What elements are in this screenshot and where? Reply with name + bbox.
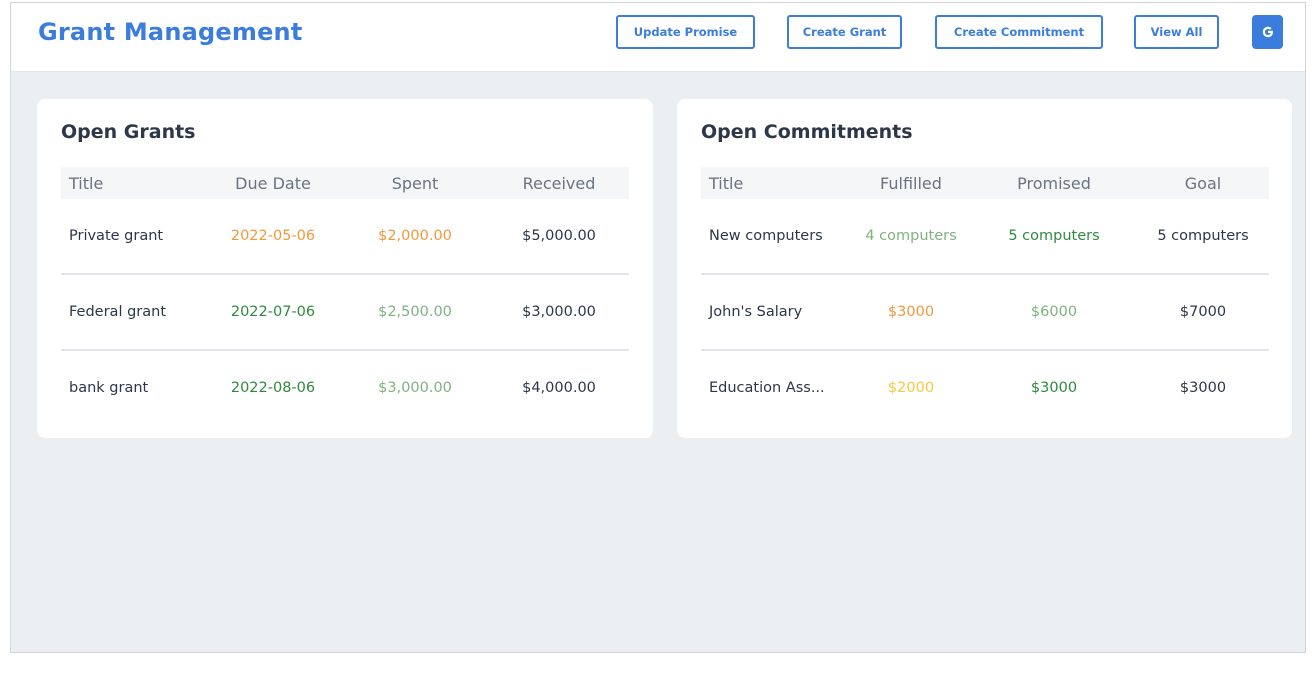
open-commitments-card: Open Commitments Title Fulfilled Promise… [677, 99, 1292, 438]
grant-received: $5,000.00 [489, 199, 629, 275]
commitment-title: New computers [701, 199, 851, 275]
commitment-fulfilled: 4 computers [851, 199, 971, 275]
table-row[interactable]: Education Ass... $2000 $3000 $3000 [701, 350, 1269, 425]
commitment-goal: 5 computers [1137, 199, 1269, 275]
commitment-promised: $6000 [971, 274, 1137, 351]
table-row[interactable]: New computers 4 computers 5 computers 5 … [701, 199, 1269, 275]
column-header-fulfilled: Fulfilled [880, 173, 942, 193]
view-all-button[interactable]: View All [1134, 15, 1219, 49]
grant-due-date: 2022-05-06 [205, 199, 341, 275]
grant-due-date: 2022-07-06 [205, 274, 341, 351]
table-header-row: Title Fulfilled Promised Goal [701, 167, 1269, 199]
commitment-promised: $3000 [1030, 380, 1078, 396]
commitment-promised: 5 computers [971, 199, 1137, 275]
open-grants-title: Open Grants [61, 121, 196, 143]
app-title: Grant Management [38, 18, 303, 46]
grant-spent: $3,000.00 [378, 380, 452, 396]
grant-due-date: 2022-08-06 [230, 380, 316, 396]
table-row[interactable]: Federal grant 2022-07-06 $2,500.00 $3,00… [61, 274, 629, 351]
column-header-title: Title [709, 173, 744, 193]
column-header-due-date: Due Date [235, 173, 311, 193]
open-grants-table: Title Due Date Spent Received Private gr… [61, 167, 629, 425]
grant-title: Private grant [61, 199, 205, 275]
commitment-goal: $3000 [1179, 380, 1227, 396]
grant-spent: $2,000.00 [341, 199, 489, 275]
grant-received: $3,000.00 [489, 274, 629, 351]
column-header-spent: Spent [391, 173, 439, 193]
create-commitment-button[interactable]: Create Commitment [935, 15, 1103, 49]
create-grant-button[interactable]: Create Grant [787, 15, 902, 49]
column-header-promised: Promised [1017, 173, 1091, 193]
grant-received: $4,000.00 [522, 380, 596, 396]
commitment-fulfilled: $3000 [851, 274, 971, 351]
table-row[interactable]: bank grant 2022-08-06 $3,000.00 $4,000.0… [61, 350, 629, 425]
app-window: Grant Management Update Promise Create G… [10, 2, 1306, 653]
commitment-goal: $7000 [1137, 274, 1269, 351]
google-icon [1261, 25, 1275, 39]
table-row[interactable]: Private grant 2022-05-06 $2,000.00 $5,00… [61, 199, 629, 275]
grant-spent: $2,500.00 [341, 274, 489, 351]
google-button[interactable] [1252, 15, 1283, 49]
open-grants-card: Open Grants Title Due Date Spent Receive… [37, 99, 653, 438]
column-header-received: Received [522, 173, 596, 193]
grant-title: bank grant [69, 380, 149, 396]
open-commitments-table: Title Fulfilled Promised Goal New comput… [701, 167, 1269, 425]
commitment-title: Education Ass... [709, 380, 825, 396]
header: Grant Management Update Promise Create G… [11, 3, 1305, 72]
column-header-goal: Goal [1184, 173, 1222, 193]
column-header-title: Title [69, 173, 104, 193]
commitment-title: John's Salary [701, 274, 851, 351]
table-row[interactable]: John's Salary $3000 $6000 $7000 [701, 274, 1269, 351]
commitment-fulfilled: $2000 [887, 380, 935, 396]
table-header-row: Title Due Date Spent Received [61, 167, 629, 199]
grant-title: Federal grant [61, 274, 205, 351]
update-promise-button[interactable]: Update Promise [616, 15, 755, 49]
open-commitments-title: Open Commitments [701, 121, 913, 143]
